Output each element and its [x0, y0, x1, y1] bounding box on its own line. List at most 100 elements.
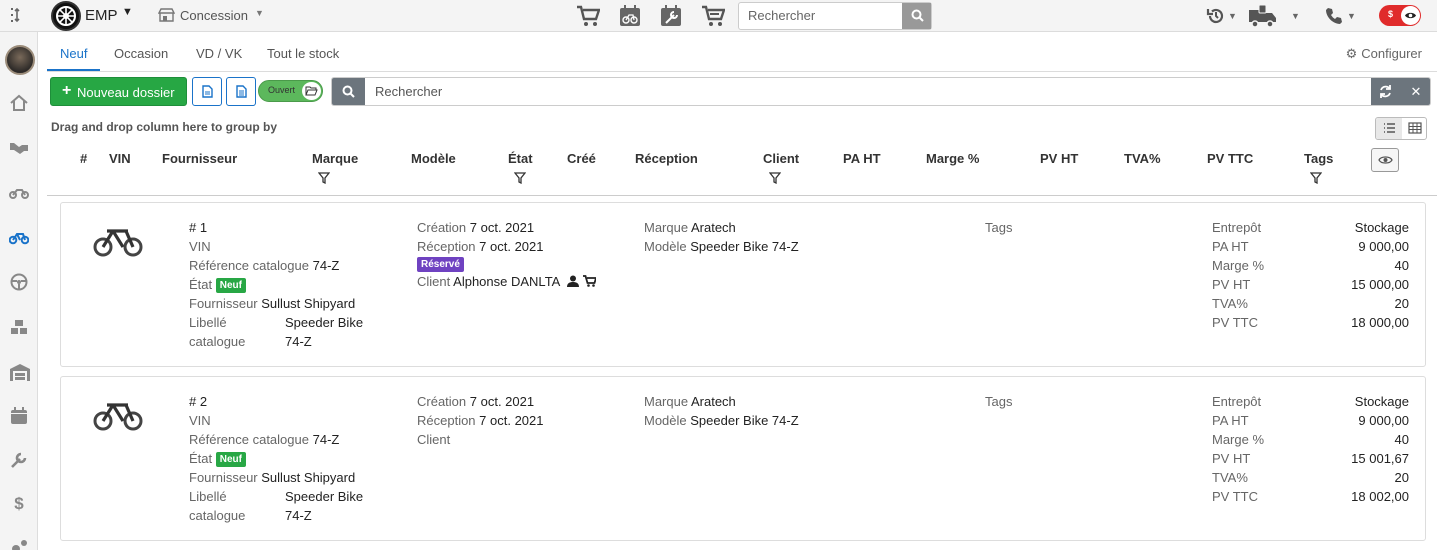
- column-visibility-button[interactable]: [1371, 148, 1399, 172]
- pv-ht-value: 15 000,00: [1351, 277, 1409, 292]
- column-header-client[interactable]: Client: [763, 151, 799, 166]
- chevron-down-icon[interactable]: ▼: [1228, 11, 1237, 21]
- column-header-tva[interactable]: TVA%: [1124, 151, 1161, 166]
- handshake-icon[interactable]: [9, 138, 29, 156]
- wrench-calendar-icon[interactable]: [659, 4, 683, 28]
- search-icon: [911, 9, 924, 22]
- view-mode-toggle: [1375, 117, 1427, 140]
- open-filter-toggle[interactable]: Ouvert: [258, 80, 323, 102]
- reserved-badge-wrap: Réservé: [417, 256, 464, 272]
- new-folder-button[interactable]: + Nouveau dossier: [50, 77, 187, 106]
- catalog-label-value: Speeder Bike: [285, 315, 364, 330]
- truck-icon[interactable]: [1248, 4, 1278, 28]
- column-header-marque[interactable]: Marque: [312, 151, 358, 166]
- grid-view-button[interactable]: [1402, 118, 1426, 139]
- column-header-reception[interactable]: Réception: [635, 151, 698, 166]
- concession-select[interactable]: Concession: [180, 8, 248, 23]
- search-button[interactable]: [902, 3, 931, 29]
- column-header-num[interactable]: #: [80, 151, 87, 166]
- header-divider: [47, 195, 1437, 196]
- pa-ht-value: 9 000,00: [1358, 239, 1409, 254]
- creation-date: Création 7 oct. 2021: [417, 220, 535, 235]
- avatar[interactable]: [5, 45, 35, 75]
- group-by-hint: Drag and drop column here to group by: [51, 120, 278, 134]
- tva-value: 20: [1394, 470, 1409, 485]
- pa-ht-label: PA HT: [1212, 239, 1249, 254]
- store-icon: [158, 8, 175, 22]
- history-icon[interactable]: [1206, 4, 1226, 28]
- refresh-button[interactable]: [1371, 78, 1401, 105]
- filter-icon[interactable]: [1310, 172, 1322, 184]
- export-doc-button[interactable]: [226, 77, 256, 106]
- price-visibility-toggle[interactable]: $: [1379, 5, 1421, 26]
- column-header-tags[interactable]: Tags: [1304, 151, 1333, 166]
- column-header-pa-ht[interactable]: PA HT: [843, 151, 881, 166]
- steering-wheel-icon[interactable]: [9, 273, 29, 291]
- phone-icon[interactable]: [1324, 4, 1344, 28]
- table-row[interactable]: # 1 VIN Référence catalogue 74-Z État Ne…: [60, 202, 1426, 367]
- brand-name[interactable]: EMP: [85, 7, 118, 24]
- column-header-modele[interactable]: Modèle: [411, 151, 456, 166]
- motorcycle-icon[interactable]: [9, 183, 29, 201]
- catalog-label-title: Libellé: [189, 489, 227, 504]
- eye-icon: [1405, 12, 1416, 19]
- stock-search: ✕: [331, 77, 1431, 106]
- tags-label: Tags: [985, 220, 1013, 235]
- logo-icon[interactable]: [51, 1, 81, 31]
- dollar-icon[interactable]: $: [9, 494, 29, 513]
- filter-icon[interactable]: [769, 172, 781, 184]
- menu-toggle-icon[interactable]: [9, 7, 27, 25]
- filter-icon[interactable]: [514, 172, 526, 184]
- marge-value: 40: [1394, 258, 1409, 273]
- column-header-etat[interactable]: État: [508, 151, 533, 166]
- gear-icon: ⚙: [1345, 46, 1358, 61]
- state: État Neuf: [189, 451, 246, 467]
- sidebar: $: [0, 32, 38, 550]
- warehouse-icon[interactable]: [9, 363, 31, 381]
- catalog-label-value: Speeder Bike: [285, 489, 364, 504]
- chevron-down-icon[interactable]: ▼: [1347, 11, 1356, 21]
- home-icon[interactable]: [9, 94, 29, 112]
- column-header-cree[interactable]: Créé: [567, 151, 596, 166]
- chevron-down-icon[interactable]: ▼: [1291, 11, 1300, 21]
- catalog-label-title-2: catalogue: [189, 334, 246, 349]
- filter-icon[interactable]: [318, 172, 330, 184]
- clear-search-button[interactable]: ✕: [1401, 78, 1430, 105]
- list-view-button[interactable]: [1376, 118, 1402, 139]
- list-icon: [1384, 123, 1395, 133]
- table-row[interactable]: # 2 VIN Référence catalogue 74-Z État Ne…: [60, 376, 1426, 541]
- cart-moto-icon[interactable]: [701, 4, 725, 28]
- document-icon: [202, 85, 213, 98]
- supplier: Fournisseur Sullust Shipyard: [189, 296, 356, 311]
- calendar-bike-icon[interactable]: [618, 4, 642, 28]
- tab-tout-le-stock[interactable]: Tout le stock: [267, 46, 339, 61]
- stock-search-input[interactable]: [375, 84, 1275, 99]
- export-pdf-button[interactable]: [192, 77, 222, 106]
- tab-occasion[interactable]: Occasion: [114, 46, 168, 61]
- global-search: [738, 2, 932, 30]
- supplier: Fournisseur Sullust Shipyard: [189, 470, 356, 485]
- wrench-icon[interactable]: [9, 451, 29, 469]
- column-header-marge[interactable]: Marge %: [926, 151, 979, 166]
- global-search-input[interactable]: [748, 8, 898, 23]
- cart-icon[interactable]: [582, 275, 598, 287]
- chevron-down-icon[interactable]: ▼: [122, 6, 133, 18]
- column-header-pv-ht[interactable]: PV HT: [1040, 151, 1078, 166]
- eye-icon: [1378, 156, 1393, 164]
- gears-icon[interactable]: [9, 538, 29, 550]
- configure-button[interactable]: ⚙ Configurer: [1346, 46, 1422, 62]
- column-header-pv-ttc[interactable]: PV TTC: [1207, 151, 1253, 166]
- tab-vd-vk[interactable]: VD / VK: [196, 46, 242, 61]
- chevron-down-icon[interactable]: ▼: [255, 8, 264, 18]
- column-header-vin[interactable]: VIN: [109, 151, 131, 166]
- catalog-label-value-2: 74-Z: [285, 508, 312, 523]
- marge-label: Marge %: [1212, 258, 1265, 273]
- status-badge: Neuf: [215, 452, 246, 467]
- tab-neuf[interactable]: Neuf: [60, 46, 87, 61]
- parts-icon[interactable]: [9, 318, 29, 336]
- column-header-fournisseur[interactable]: Fournisseur: [162, 151, 237, 166]
- bicycle-icon[interactable]: [9, 228, 29, 246]
- user-icon[interactable]: [567, 275, 580, 287]
- calendar-icon[interactable]: [9, 407, 29, 425]
- cart-icon[interactable]: [576, 4, 600, 28]
